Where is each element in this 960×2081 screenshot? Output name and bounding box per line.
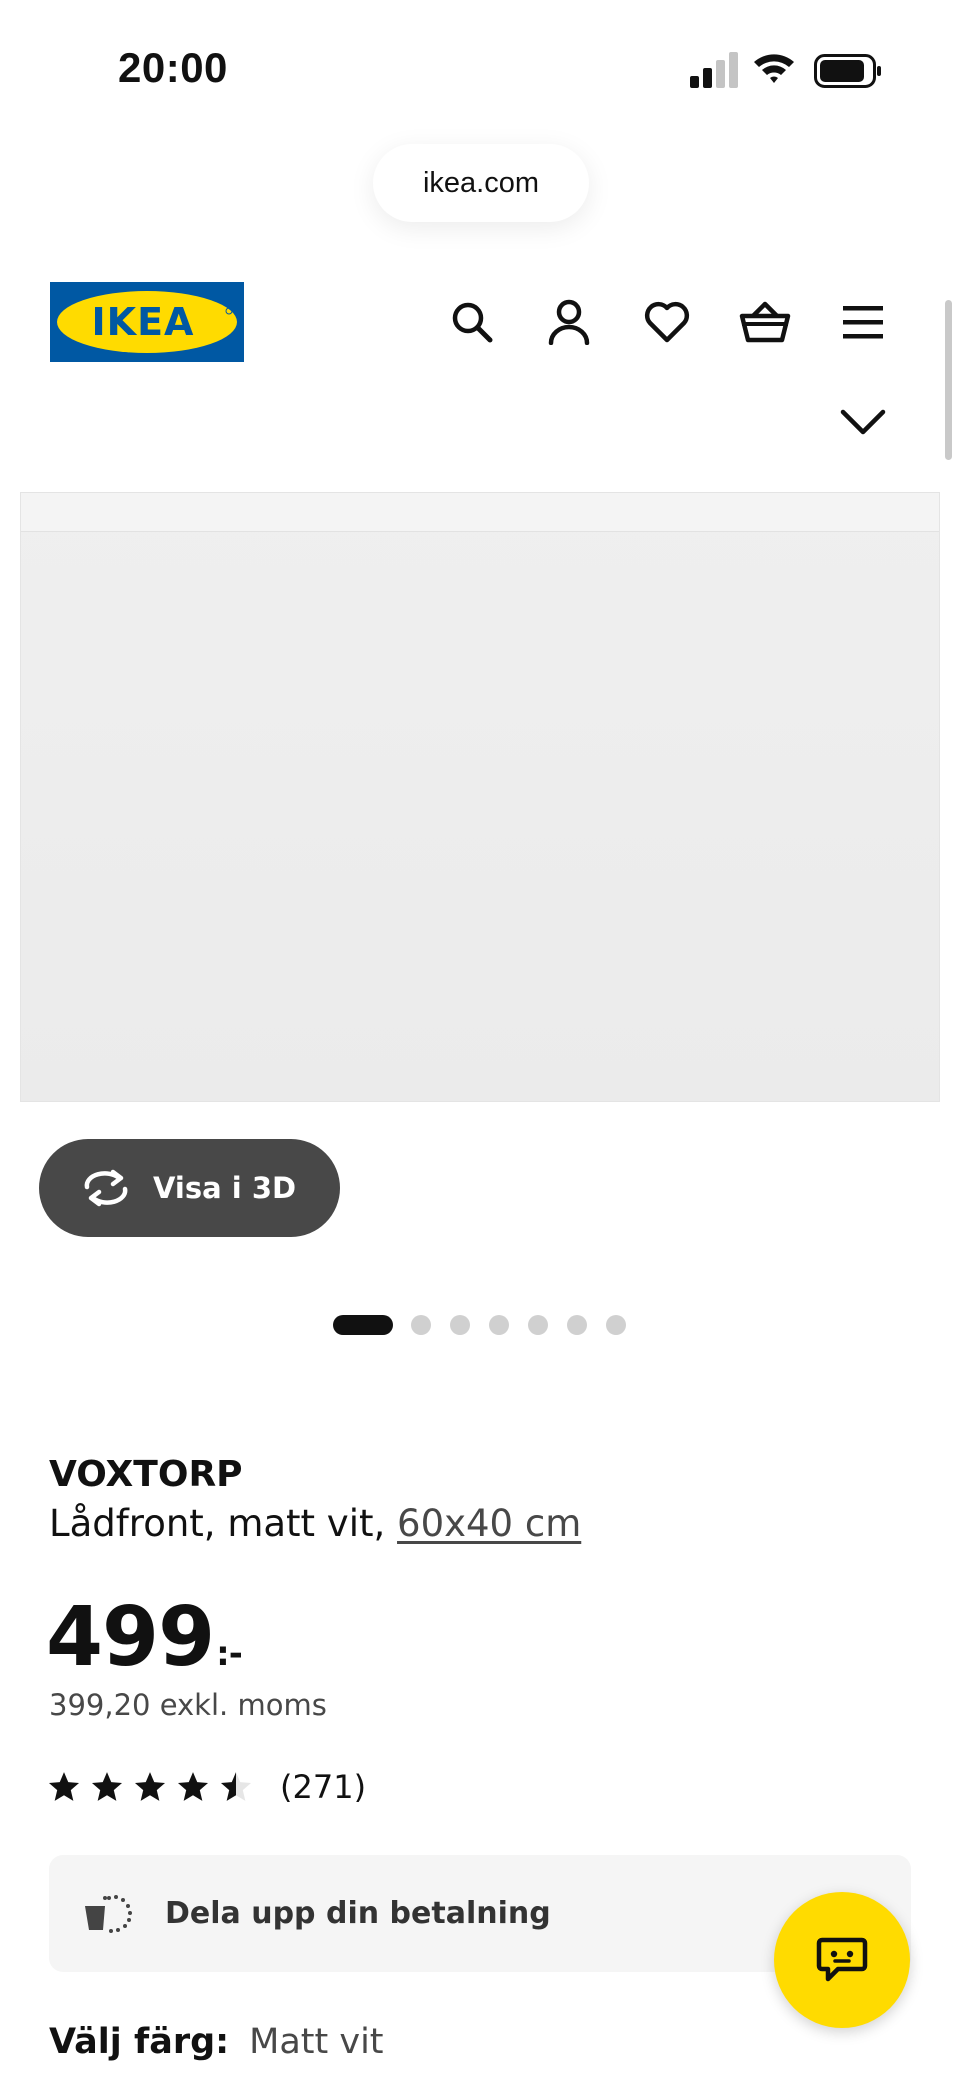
menu-button[interactable] bbox=[835, 294, 891, 350]
gallery-dot-2[interactable] bbox=[411, 1315, 431, 1335]
chat-bubble-icon bbox=[816, 1937, 868, 1982]
price-amount: 499 bbox=[46, 1590, 215, 1685]
wifi-icon bbox=[754, 54, 794, 83]
cart-button[interactable] bbox=[737, 294, 793, 350]
product-size-link[interactable]: 60x40 cm bbox=[397, 1502, 581, 1545]
star-half-icon bbox=[220, 1772, 252, 1801]
ikea-logo[interactable]: IKEA bbox=[50, 282, 244, 362]
split-payment-label: Dela upp din betalning bbox=[165, 1896, 551, 1931]
rating-stars[interactable]: (271) bbox=[47, 1768, 366, 1806]
svg-text:IKEA: IKEA bbox=[92, 300, 195, 344]
star-full-icon bbox=[91, 1772, 123, 1801]
status-time: 20:00 bbox=[118, 44, 228, 91]
star-full-icon bbox=[134, 1772, 166, 1801]
page-scrollbar[interactable] bbox=[945, 300, 952, 460]
product-description: Lådfront, matt vit, 60x40 cm bbox=[49, 1502, 581, 1545]
star-full-icon bbox=[177, 1772, 209, 1801]
heart-icon bbox=[644, 301, 690, 343]
color-selector[interactable]: Välj färg: Matt vit bbox=[49, 2022, 384, 2062]
basket-icon bbox=[739, 301, 791, 343]
url-bar[interactable]: ikea.com bbox=[373, 144, 589, 222]
review-count[interactable]: (271) bbox=[280, 1768, 366, 1806]
drawer-front-top-edge bbox=[21, 493, 939, 532]
menu-icon bbox=[843, 306, 883, 339]
battery-icon bbox=[814, 54, 881, 88]
chat-button[interactable] bbox=[774, 1892, 910, 2028]
star-full-icon bbox=[48, 1772, 80, 1801]
chevron-down-icon[interactable] bbox=[835, 398, 891, 448]
view-in-3d-label: Visa i 3D bbox=[153, 1171, 297, 1205]
search-button[interactable] bbox=[444, 294, 500, 350]
user-icon bbox=[548, 299, 590, 345]
search-icon bbox=[452, 302, 493, 343]
view-in-3d-button[interactable]: Visa i 3D bbox=[39, 1139, 340, 1237]
gallery-dot-4[interactable] bbox=[489, 1315, 509, 1335]
product-type: Lådfront, matt vit, bbox=[49, 1502, 386, 1545]
color-label: Välj färg: bbox=[49, 2022, 230, 2062]
account-button[interactable] bbox=[541, 294, 597, 350]
gallery-dot-3[interactable] bbox=[450, 1315, 470, 1335]
payment-split-icon bbox=[85, 1894, 132, 1933]
price-excl-vat: 399,20 exkl. moms bbox=[49, 1688, 327, 1722]
gallery-dot-5[interactable] bbox=[528, 1315, 548, 1335]
product-name: VOXTORP bbox=[49, 1454, 243, 1495]
color-value: Matt vit bbox=[249, 2022, 384, 2062]
rotate-3d-icon bbox=[84, 1169, 128, 1207]
gallery-dot-6[interactable] bbox=[567, 1315, 587, 1335]
favourites-button[interactable] bbox=[639, 294, 695, 350]
product-image[interactable] bbox=[20, 492, 940, 1102]
gallery-dot-1[interactable] bbox=[333, 1315, 393, 1335]
gallery-dot-7[interactable] bbox=[606, 1315, 626, 1335]
gallery-pagination bbox=[333, 1314, 645, 1336]
product-price: 499:- bbox=[46, 1590, 243, 1685]
price-suffix: :- bbox=[216, 1634, 243, 1674]
cellular-signal-icon bbox=[690, 52, 738, 88]
